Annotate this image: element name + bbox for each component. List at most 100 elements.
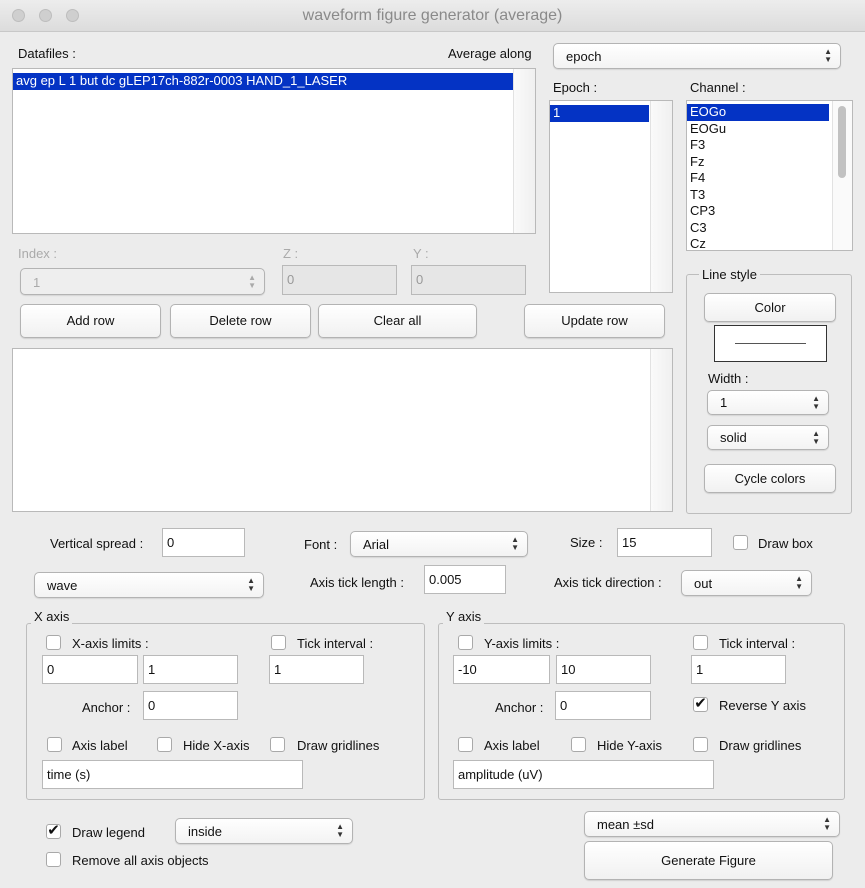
updown-arrow-icon: ▲ ▼: [812, 393, 820, 411]
font-select[interactable]: Arial ▲ ▼: [350, 531, 528, 557]
y-anchor-input[interactable]: 0: [555, 691, 651, 720]
x-axis-label-input[interactable]: time (s): [42, 760, 303, 789]
hide-x-axis-checkbox[interactable]: [157, 737, 172, 752]
channel-item[interactable]: F4: [687, 170, 829, 187]
legend-position-value: inside: [188, 824, 222, 839]
draw-legend-label: Draw legend: [72, 825, 145, 840]
updown-arrow-icon: ▲ ▼: [511, 535, 519, 552]
index-value: 1: [33, 275, 41, 290]
clear-all-button[interactable]: Clear all: [318, 304, 477, 338]
delete-row-button[interactable]: Delete row: [170, 304, 311, 338]
update-row-button[interactable]: Update row: [524, 304, 665, 338]
y-max-input[interactable]: 10: [556, 655, 651, 684]
rows-list[interactable]: [12, 348, 673, 512]
channel-item[interactable]: CP3: [687, 203, 829, 220]
x-max-input[interactable]: 1: [143, 655, 238, 684]
plot-type-value: wave: [47, 578, 78, 593]
draw-box-checkbox[interactable]: [733, 535, 748, 550]
y-anchor-label: Anchor :: [495, 700, 544, 715]
color-button[interactable]: Color: [704, 293, 836, 322]
updown-arrow-icon: ▲ ▼: [336, 822, 344, 839]
updown-arrow-icon: ▲ ▼: [248, 272, 256, 290]
channel-item[interactable]: EOGo: [687, 104, 829, 121]
channel-item[interactable]: Fz: [687, 154, 829, 171]
reverse-y-axis-checkbox[interactable]: ✔: [693, 695, 708, 712]
hide-x-axis-label: Hide X-axis: [183, 738, 250, 753]
scrollbar[interactable]: [650, 101, 672, 292]
average-along-select[interactable]: epoch ▲ ▼: [553, 43, 841, 69]
y-axis-label-input[interactable]: amplitude (uV): [453, 760, 714, 789]
line-style-title: Line style: [699, 267, 760, 282]
x-anchor-label: Anchor :: [82, 700, 131, 715]
close-window-button[interactable]: [12, 9, 25, 22]
plot-type-select[interactable]: wave ▲ ▼: [34, 572, 264, 598]
channel-item[interactable]: T3: [687, 187, 829, 204]
hide-y-axis-checkbox[interactable]: [571, 737, 586, 752]
scrollbar[interactable]: [513, 69, 535, 233]
draw-legend-checkbox[interactable]: ✔: [46, 823, 61, 839]
x-tick-interval-input[interactable]: 1: [269, 655, 364, 684]
width-label: Width :: [708, 371, 749, 386]
generate-figure-button[interactable]: Generate Figure: [584, 841, 833, 880]
y-min-input[interactable]: -10: [453, 655, 550, 684]
z-input[interactable]: 0: [282, 265, 397, 295]
line-style-select[interactable]: solid ▲ ▼: [707, 425, 829, 450]
y-draw-gridlines-checkbox[interactable]: [693, 737, 708, 752]
axis-tick-direction-select[interactable]: out ▲ ▼: [681, 570, 812, 596]
x-tick-interval-label: Tick interval :: [297, 636, 374, 651]
channel-item[interactable]: Cz: [687, 236, 829, 250]
epoch-list[interactable]: 1: [549, 100, 673, 293]
minimize-window-button[interactable]: [39, 9, 52, 22]
x-axis-label-checkbox[interactable]: [47, 737, 62, 752]
datafile-item[interactable]: avg ep L 1 but dc gLEP17ch-882r-0003 HAN…: [13, 73, 513, 90]
x-tick-interval-checkbox[interactable]: [271, 635, 286, 650]
axis-tick-length-input[interactable]: 0.005: [424, 565, 506, 594]
updown-arrow-icon: ▲ ▼: [824, 47, 832, 64]
x-axis-limits-checkbox[interactable]: [46, 635, 61, 650]
statistic-value: mean ±sd: [597, 817, 654, 832]
checkmark-icon: ✔: [694, 695, 707, 712]
datafiles-list[interactable]: avg ep L 1 but dc gLEP17ch-882r-0003 HAN…: [12, 68, 536, 234]
channel-item[interactable]: C3: [687, 220, 829, 237]
x-min-input[interactable]: 0: [42, 655, 138, 684]
statistic-select[interactable]: mean ±sd ▲ ▼: [584, 811, 840, 837]
hide-y-axis-label: Hide Y-axis: [597, 738, 663, 753]
updown-arrow-icon: ▲ ▼: [795, 574, 803, 591]
axis-tick-direction-label: Axis tick direction :: [554, 575, 662, 590]
updown-arrow-icon: ▲ ▼: [823, 815, 831, 832]
channel-list[interactable]: EOGo EOGu F3 Fz F4 T3 CP3 C3 Cz: [686, 100, 853, 251]
add-row-button[interactable]: Add row: [20, 304, 161, 338]
epoch-label: Epoch :: [553, 80, 598, 95]
channel-label: Channel :: [690, 80, 746, 95]
y-axis-label-label: Axis label: [484, 738, 540, 753]
y-label: Y :: [413, 246, 429, 261]
width-select[interactable]: 1 ▲ ▼: [707, 390, 829, 415]
x-draw-gridlines-label: Draw gridlines: [297, 738, 380, 753]
y-axis-limits-checkbox[interactable]: [458, 635, 473, 650]
channel-item[interactable]: EOGu: [687, 121, 829, 138]
remove-axis-objects-checkbox[interactable]: [46, 852, 61, 867]
legend-position-select[interactable]: inside ▲ ▼: [175, 818, 353, 844]
size-input[interactable]: 15: [617, 528, 712, 557]
cycle-colors-button[interactable]: Cycle colors: [704, 464, 836, 493]
x-draw-gridlines-checkbox[interactable]: [270, 737, 285, 752]
vertical-spread-input[interactable]: 0: [162, 528, 245, 557]
y-tick-interval-input[interactable]: 1: [691, 655, 786, 684]
index-label: Index :: [18, 246, 58, 261]
scrollbar-thumb[interactable]: [838, 106, 846, 178]
x-anchor-input[interactable]: 0: [143, 691, 238, 720]
channel-item[interactable]: F3: [687, 137, 829, 154]
y-input[interactable]: 0: [411, 265, 526, 295]
line-style-value: solid: [720, 430, 747, 445]
index-select[interactable]: 1 ▲ ▼: [20, 268, 265, 295]
zoom-window-button[interactable]: [66, 9, 79, 22]
x-axis-limits-label: X-axis limits :: [72, 636, 149, 651]
y-tick-interval-checkbox[interactable]: [693, 635, 708, 650]
y-axis-label-checkbox[interactable]: [458, 737, 473, 752]
updown-arrow-icon: ▲ ▼: [247, 576, 255, 593]
y-draw-gridlines-label: Draw gridlines: [719, 738, 802, 753]
scrollbar[interactable]: [650, 349, 672, 511]
epoch-item[interactable]: 1: [550, 105, 649, 122]
scrollbar[interactable]: [832, 101, 852, 250]
size-label: Size :: [570, 535, 603, 550]
